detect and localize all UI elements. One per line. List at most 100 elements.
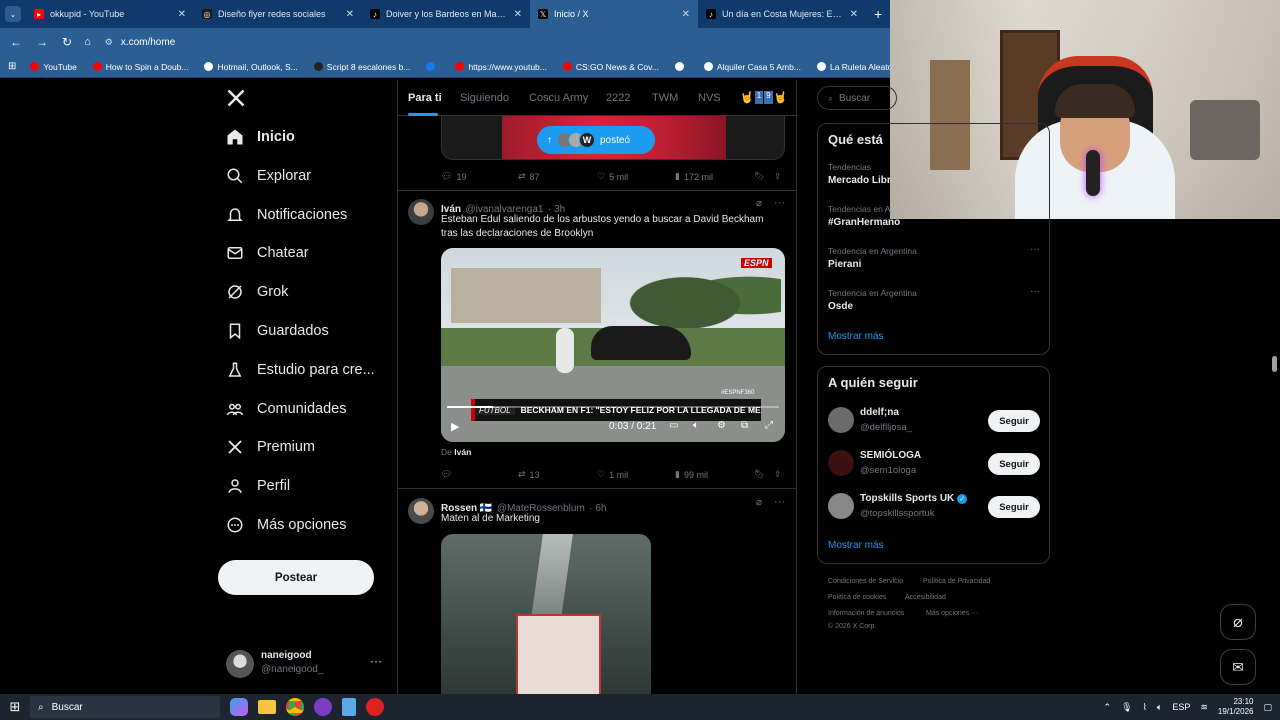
avatar[interactable] xyxy=(408,199,434,225)
avatar[interactable] xyxy=(408,498,434,524)
follow-handle[interactable]: @sem1ologa xyxy=(860,465,916,476)
fullscreen-icon[interactable]: ⤢ xyxy=(765,420,773,431)
follow-button[interactable]: Seguir xyxy=(988,410,1040,432)
footer-link[interactable]: Condiciones de Servicio xyxy=(828,578,903,585)
back-icon[interactable]: ← xyxy=(10,35,22,49)
follow-show-more[interactable]: Mostrar más xyxy=(828,540,884,551)
trend-more-icon[interactable]: ··· xyxy=(1030,244,1040,255)
follow-suggestion[interactable]: ddelf;na @delflljosa_ Seguir xyxy=(828,405,1040,437)
nav-item-guardados[interactable]: Guardados xyxy=(226,322,329,340)
avatar[interactable] xyxy=(828,450,854,476)
footer-link[interactable]: Accesibilidad xyxy=(905,594,946,601)
follow-suggestion[interactable]: Topskills Sports UK ✓ @topskillssportuk Seg… xyxy=(828,491,1040,523)
new-tab-button[interactable]: + xyxy=(874,6,882,22)
account-more-icon[interactable]: ··· xyxy=(370,654,382,668)
tab-2222[interactable]: 2222 xyxy=(606,92,630,104)
popout-icon[interactable]: ⧉ xyxy=(741,420,748,431)
browser-tab[interactable]: 𝕏 Inicio / X ✕ xyxy=(530,0,698,28)
tweet[interactable]: Iván @ivanalvarenga1 · 3h ⌀ ··· Esteban … xyxy=(398,191,796,489)
bookmark-item[interactable]: https://www.youtub... xyxy=(455,62,547,72)
follow-name[interactable]: SEMIÓLOGA xyxy=(860,450,921,461)
close-tab-icon[interactable]: ✕ xyxy=(346,9,354,20)
follow-name[interactable]: ddelf;na xyxy=(860,407,899,418)
bookmark-item[interactable]: YouTube xyxy=(30,62,77,72)
reply-button[interactable]: 💬︎ 19 xyxy=(441,171,466,182)
footer-link[interactable]: Política de Privacidad xyxy=(923,578,990,585)
clock[interactable]: 23:10 19/1/2026 xyxy=(1218,697,1254,717)
video-progress[interactable] xyxy=(447,406,779,408)
follow-handle[interactable]: @delflljosa_ xyxy=(860,422,912,433)
share-button[interactable]: ⇪ xyxy=(774,469,782,480)
tweet-partial[interactable]: ↑ W posteó 💬︎ 19 ⇄ 87 ♡ 5 mil ▮ 172 mil 🔖︎ ⇪ xyxy=(398,116,796,191)
microphone-icon[interactable]: 🎙︎ xyxy=(1121,702,1132,713)
footer-link[interactable]: Política de cookies xyxy=(828,594,886,601)
tab-para-ti[interactable]: Para ti xyxy=(408,92,442,104)
tab-twm[interactable]: TWM xyxy=(652,92,678,104)
apps-icon[interactable]: ⊞ xyxy=(8,61,16,72)
close-tab-icon[interactable]: ✕ xyxy=(682,9,690,20)
play-icon[interactable]: ▶ xyxy=(451,420,459,433)
follow-button[interactable]: Seguir xyxy=(988,496,1040,518)
tab-list-button[interactable]: ⌄ xyxy=(0,0,26,28)
file-explorer-icon[interactable] xyxy=(258,700,276,714)
tab-siguiendo[interactable]: Siguiendo xyxy=(460,92,509,104)
captions-icon[interactable]: ▭ xyxy=(669,420,678,431)
messages-floating-button[interactable]: ✉ xyxy=(1220,649,1256,685)
bookmark-item[interactable]: CS:GO News & Cov... xyxy=(562,62,659,72)
bookmark-item[interactable]: How to Spin a Doub... xyxy=(92,62,188,72)
nav-item-comunidades[interactable]: Comunidades xyxy=(226,400,346,418)
home-browser-icon[interactable]: ⌂ xyxy=(84,36,91,48)
search-input[interactable]: Buscar xyxy=(839,93,870,104)
grok-icon[interactable]: ⌀ xyxy=(756,497,762,508)
trends-show-more[interactable]: Mostrar más xyxy=(828,331,884,342)
browser-tab[interactable]: ◎ Diseño flyer redes sociales ✕ xyxy=(194,0,362,28)
like-button[interactable]: ♡ 1 mil xyxy=(597,469,628,480)
settings-icon[interactable]: ⚙ xyxy=(717,420,726,431)
follow-suggestion[interactable]: SEMIÓLOGA @sem1ologa Seguir xyxy=(828,448,1040,480)
bookmark-item[interactable]: Script 8 escalones b... xyxy=(313,62,410,72)
nav-item-estudio-para-cre[interactable]: Estudio para cre... xyxy=(226,361,375,379)
reload-icon[interactable]: ↻ xyxy=(62,35,72,49)
bookmark-item[interactable]: Alquiler Casa 5 Amb... xyxy=(703,62,801,72)
avatar[interactable] xyxy=(828,407,854,433)
post-button[interactable]: Postear xyxy=(218,560,374,595)
tweet-image[interactable] xyxy=(441,534,651,694)
bookmark-button[interactable]: 🔖︎ xyxy=(754,171,765,182)
video-player[interactable]: ESPN #ESPNF360 FÚTBOL BECKHAM EN F1: "ES… xyxy=(441,248,785,442)
obs-icon[interactable] xyxy=(314,698,332,716)
emoji-tab-icon[interactable]: 🤘 1 9 🤘 xyxy=(740,91,787,104)
search-box[interactable]: ⌕ Buscar xyxy=(817,86,897,110)
views-button[interactable]: ▮ 99 mil xyxy=(675,469,708,480)
close-tab-icon[interactable]: ✕ xyxy=(178,9,186,20)
nav-item-inicio[interactable]: Inicio xyxy=(226,128,295,146)
nav-item-notificaciones[interactable]: Notificaciones xyxy=(226,206,347,224)
avatar[interactable] xyxy=(828,493,854,519)
bookmark-button[interactable]: 🔖︎ xyxy=(754,469,765,480)
repost-button[interactable]: ⇄ 13 xyxy=(518,469,540,480)
repost-button[interactable]: ⇄ 87 xyxy=(518,171,540,182)
nav-item-más-opciones[interactable]: Más opciones xyxy=(226,516,346,534)
browser-tab[interactable]: ♪ Un día en Costa Mujeres: Exper ✕ xyxy=(698,0,866,28)
scrollbar[interactable] xyxy=(1272,80,1278,694)
footer-link[interactable]: Información de anuncios xyxy=(828,610,904,617)
nav-item-chatear[interactable]: Chatear xyxy=(226,244,309,262)
tab-coscu-army[interactable]: Coscu Army xyxy=(529,92,588,104)
language-indicator[interactable]: ESP xyxy=(1172,702,1190,712)
more-icon[interactable]: ··· xyxy=(774,197,785,209)
url-field[interactable]: x.com/home xyxy=(121,37,175,48)
x-logo-icon[interactable] xyxy=(226,88,246,108)
tab-nvs[interactable]: NVS xyxy=(698,92,721,104)
reply-button[interactable]: 💬︎ xyxy=(441,469,452,480)
trend-more-icon[interactable]: ··· xyxy=(1030,286,1040,297)
footer-link[interactable]: Más opciones ··· xyxy=(926,610,978,617)
nav-item-perfil[interactable]: Perfil xyxy=(226,477,290,495)
follow-handle[interactable]: @topskillssportuk xyxy=(860,508,935,519)
more-icon[interactable]: ··· xyxy=(774,496,785,508)
account-switcher[interactable]: naneigood @naneigood_ ··· xyxy=(226,648,386,680)
windows-start-icon[interactable]: ⊞ xyxy=(0,699,30,715)
bookmark-item[interactable] xyxy=(426,62,439,72)
network-icon[interactable]: ⌇ xyxy=(1143,702,1147,713)
bookmark-item[interactable] xyxy=(674,62,688,72)
browser-tab[interactable]: ▸ okkupid - YouTube ✕ xyxy=(26,0,194,28)
bookmark-item[interactable]: Hotmail, Outlook, S... xyxy=(204,62,298,72)
